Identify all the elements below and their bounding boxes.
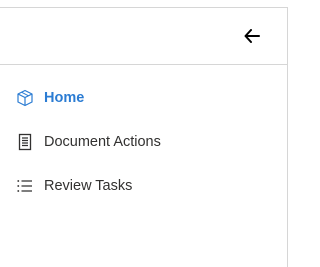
nav-item-review-tasks[interactable]: Review Tasks xyxy=(0,168,287,204)
nav-item-review-tasks-label: Review Tasks xyxy=(44,178,133,194)
back-button[interactable] xyxy=(240,27,264,45)
nav-item-home[interactable]: Home xyxy=(0,80,287,116)
nav-item-document-actions[interactable]: Document Actions xyxy=(0,124,287,160)
header-divider xyxy=(0,64,287,65)
nav-item-home-label: Home xyxy=(44,90,85,106)
right-border xyxy=(287,7,288,267)
cube-icon xyxy=(16,89,34,107)
arrow-left-icon xyxy=(244,29,260,43)
panel-header xyxy=(0,8,287,64)
document-icon xyxy=(16,133,34,151)
list-icon xyxy=(16,177,34,195)
side-panel: Home Document Actions Review Tasks xyxy=(0,0,289,267)
nav-item-document-actions-label: Document Actions xyxy=(44,134,161,150)
